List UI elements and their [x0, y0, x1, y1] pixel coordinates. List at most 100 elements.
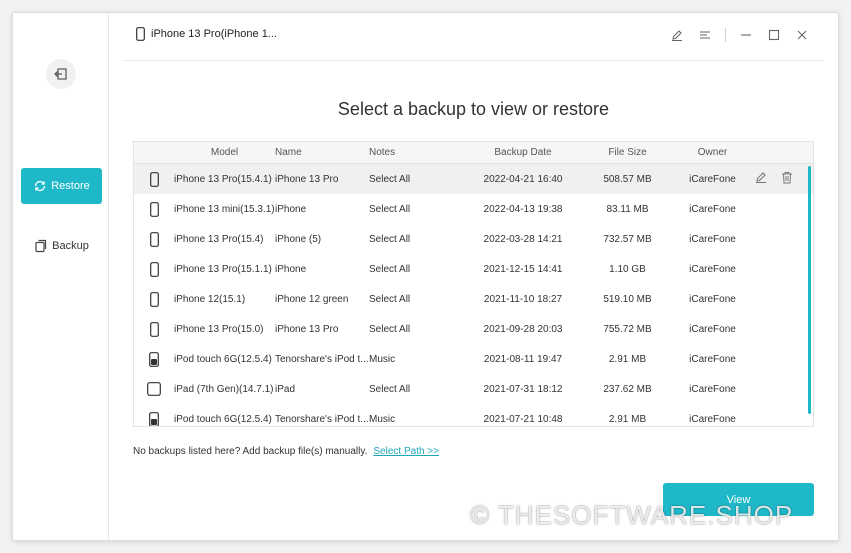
back-button[interactable] — [46, 59, 76, 89]
table-row[interactable]: iPod touch 6G(12.5.4) Tenorshare's iPod t… — [134, 404, 813, 426]
table-row[interactable]: iPhone 13 Pro(15.1.1) iPhone Select All 202… — [134, 254, 813, 284]
backup-table: Model Name Notes Backup Date File Size O… — [133, 141, 814, 427]
title-bar: iPhone 13 Pro(iPhone 1... — [110, 13, 838, 57]
ipod-icon — [134, 351, 174, 367]
cell-model: iPhone 13 Pro(15.4) — [174, 233, 264, 245]
cell-notes: Select All — [369, 173, 411, 185]
cell-model: iPhone 13 mini(15.3.1) — [174, 203, 275, 215]
cell-owner: iCareFone — [689, 173, 736, 185]
iphone-icon — [134, 321, 174, 337]
cell-name: iPad — [275, 383, 296, 395]
cell-name: Tenorshare's iPod t... — [275, 353, 369, 365]
header-backup-date: Backup Date — [494, 147, 552, 158]
window-controls — [669, 27, 810, 43]
cell-owner: iCareFone — [689, 233, 736, 245]
cell-model: iPod touch 6G(12.5.4) — [174, 353, 272, 365]
cell-name: iPhone — [275, 203, 307, 215]
cell-file-size: 1.10 GB — [609, 263, 646, 275]
cell-backup-date: 2021-11-10 18:27 — [483, 293, 563, 305]
cell-name: iPhone 12 green — [275, 293, 349, 305]
cell-notes: Music — [369, 413, 396, 425]
restore-icon — [35, 180, 46, 192]
cell-backup-date: 2021-08-11 19:47 — [483, 353, 563, 365]
cell-backup-date: 2021-07-21 10:48 — [483, 413, 563, 425]
cell-name: iPhone (5) — [275, 233, 322, 245]
maximize-icon — [768, 29, 780, 41]
select-path-link[interactable]: Select Path >> — [373, 446, 439, 457]
cell-notes: Select All — [369, 383, 411, 395]
cell-owner: iCareFone — [689, 413, 736, 425]
cell-file-size: 755.72 MB — [603, 323, 652, 335]
header-file-size: File Size — [608, 147, 647, 158]
sidebar-item-restore[interactable]: Restore — [21, 168, 102, 204]
cell-owner: iCareFone — [689, 383, 736, 395]
cell-file-size: 732.57 MB — [603, 233, 652, 245]
iphone-icon — [134, 171, 174, 187]
minimize-button[interactable] — [738, 27, 754, 43]
table-row[interactable]: iPod touch 6G(12.5.4) Tenorshare's iPod t… — [134, 344, 813, 374]
menu-icon — [700, 31, 710, 39]
cell-backup-date: 2022-04-21 16:40 — [483, 173, 563, 185]
toolbar-divider — [725, 28, 726, 42]
cell-notes: Select All — [369, 203, 411, 215]
row-actions — [755, 171, 807, 187]
cell-notes: Select All — [369, 293, 411, 305]
maximize-button[interactable] — [766, 27, 782, 43]
hint-text: No backups listed here? Add backup file(… — [133, 446, 368, 457]
manual-add-hint: No backups listed here? Add backup file(… — [133, 446, 439, 457]
watermark-text: © THESOFTWARE.SHOP — [470, 500, 794, 530]
header-model: Model — [210, 147, 239, 158]
table-header: Model Name Notes Backup Date File Size O… — [134, 142, 813, 164]
iphone-icon — [134, 201, 174, 217]
cell-name: iPhone 13 Pro — [275, 323, 339, 335]
cell-owner: iCareFone — [689, 323, 736, 335]
iphone-icon — [136, 27, 145, 41]
cell-notes: Music — [369, 353, 396, 365]
edit-icon[interactable] — [755, 171, 767, 187]
header-notes: Notes — [369, 147, 396, 158]
table-scrollbar[interactable] — [808, 166, 811, 414]
table-row[interactable]: iPhone 13 Pro(15.4.1) iPhone 13 Pro Select… — [134, 164, 813, 194]
table-row[interactable]: iPhone 13 mini(15.3.1) iPhone Select All 20… — [134, 194, 813, 224]
cell-owner: iCareFone — [689, 293, 736, 305]
device-selector[interactable]: iPhone 13 Pro(iPhone 1... — [136, 27, 277, 41]
table-row[interactable]: iPhone 12(15.1) iPhone 12 green Select All… — [134, 284, 813, 314]
cell-backup-date: 2022-04-13 19:38 — [483, 203, 563, 215]
title-divider — [123, 60, 824, 61]
cell-notes: Select All — [369, 233, 411, 245]
exit-icon — [54, 68, 67, 80]
cell-file-size: 2.91 MB — [608, 353, 647, 365]
cell-owner: iCareFone — [689, 353, 736, 365]
sidebar-item-label: Restore — [51, 180, 90, 192]
close-button[interactable] — [794, 27, 810, 43]
table-row[interactable]: iPad (7th Gen)(14.7.1) iPad Select All 2021… — [134, 374, 813, 404]
page-title: Select a backup to view or restore — [337, 99, 610, 119]
header-name: Name — [275, 147, 302, 158]
app-window: Restore Backup iPhone 13 Pro(iPhone 1... — [12, 12, 839, 541]
header-owner: Owner — [697, 147, 728, 158]
table-row[interactable]: iPhone 13 Pro(15.0) iPhone 13 Pro Select A… — [134, 314, 813, 344]
cell-model: iPhone 13 Pro(15.1.1) — [174, 263, 272, 275]
cell-file-size: 519.10 MB — [603, 293, 652, 305]
cell-backup-date: 2021-12-15 14:41 — [483, 263, 563, 275]
trash-icon[interactable] — [781, 171, 793, 187]
edit-icon — [672, 30, 682, 41]
sidebar-item-label: Backup — [52, 240, 89, 252]
sidebar-item-backup[interactable]: Backup — [21, 228, 102, 264]
table-body: iPhone 13 Pro(15.4.1) iPhone 13 Pro Select… — [134, 164, 813, 426]
cell-name: Tenorshare's iPod t... — [275, 413, 369, 425]
ipad-icon — [134, 382, 174, 396]
cell-file-size: 2.91 MB — [608, 413, 647, 425]
menu-button[interactable] — [697, 27, 713, 43]
feedback-button[interactable] — [669, 27, 685, 43]
cell-notes: Select All — [369, 323, 411, 335]
device-title: iPhone 13 Pro(iPhone 1... — [151, 28, 277, 40]
sidebar: Restore Backup — [13, 13, 109, 540]
cell-name: iPhone 13 Pro — [275, 173, 339, 185]
minimize-icon — [741, 34, 751, 36]
ipod-icon — [134, 411, 174, 426]
iphone-icon — [134, 291, 174, 307]
table-row[interactable]: iPhone 13 Pro(15.4) iPhone (5) Select All 2… — [134, 224, 813, 254]
cell-name: iPhone — [275, 263, 307, 275]
cell-backup-date: 2022-03-28 14:21 — [483, 233, 563, 245]
